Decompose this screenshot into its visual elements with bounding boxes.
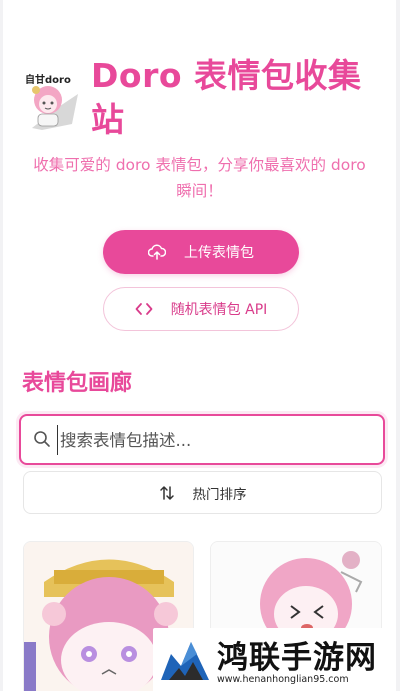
upload-button-label: 上传表情包: [184, 245, 254, 261]
search-input[interactable]: [57, 425, 367, 455]
search-icon: [33, 430, 51, 452]
cloud-upload-icon: [148, 244, 166, 260]
sort-button-label: 热门排序: [192, 486, 247, 503]
gallery-title: 表情包画廊: [22, 371, 133, 396]
sort-button[interactable]: 热门排序: [23, 471, 382, 514]
logo-text: 自甘doro: [25, 75, 71, 86]
sort-arrows-icon: [159, 485, 175, 501]
random-api-button-label: 随机表情包 API: [170, 302, 268, 318]
page-title: Doro 表情包收集站: [91, 56, 362, 139]
watermark-logo-icon: [157, 632, 213, 691]
watermark-url: www.henanhonglian95.com: [217, 674, 349, 685]
watermark-title: 鸿联手游网: [217, 640, 377, 676]
upload-button[interactable]: 上传表情包: [103, 230, 299, 274]
page: 自甘doro Doro 表情包收集站 收集可爱的 doro 表情包，分享你最喜欢…: [3, 0, 396, 691]
random-api-button[interactable]: 随机表情包 API: [103, 287, 299, 331]
page-subtitle: 收集可爱的 doro 表情包，分享你最喜欢的 doro 瞬间！: [33, 156, 366, 200]
code-icon: [135, 302, 153, 316]
search-box: [19, 414, 385, 465]
site-logo[interactable]: 自甘doro: [22, 66, 84, 132]
watermark-overlay: 鸿联手游网 www.henanhonglian95.com: [153, 628, 396, 691]
